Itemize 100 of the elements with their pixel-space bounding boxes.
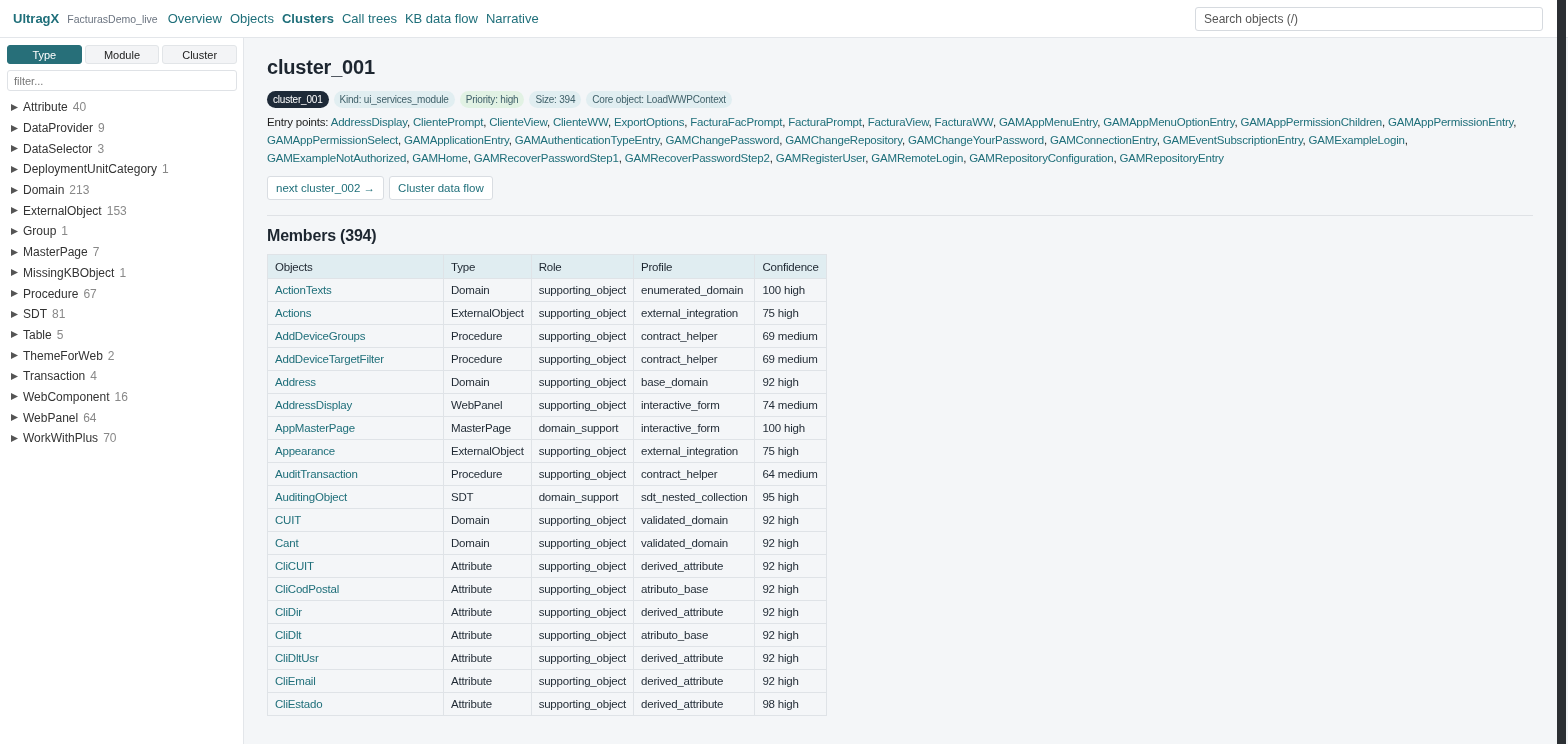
object-link[interactable]: AppMasterPage bbox=[267, 416, 444, 440]
object-link[interactable]: CUIT bbox=[267, 508, 444, 532]
entry-point-link[interactable]: GAMChangeYourPassword bbox=[907, 134, 1044, 146]
type-label[interactable]: MissingKBObject bbox=[23, 265, 115, 280]
type-label[interactable]: Group bbox=[23, 224, 57, 239]
scrollbar-thumb[interactable] bbox=[1557, 0, 1566, 744]
entry-point-link[interactable]: GAMChangeRepository bbox=[785, 134, 902, 146]
entry-point-link[interactable]: GAMConnectionEntry bbox=[1049, 134, 1157, 146]
expand-icon[interactable] bbox=[11, 269, 18, 277]
object-link[interactable]: CliEstado bbox=[267, 692, 444, 716]
nav-link[interactable]: Objects bbox=[229, 11, 274, 26]
object-link[interactable]: Appearance bbox=[267, 439, 444, 463]
expand-icon[interactable] bbox=[11, 207, 18, 215]
object-link[interactable]: CliCodPostal bbox=[267, 577, 444, 601]
type-label[interactable]: DeploymentUnitCategory bbox=[23, 162, 158, 177]
object-link[interactable]: CliDlt bbox=[267, 623, 444, 647]
nav-link[interactable]: Call trees bbox=[342, 11, 397, 26]
table-cell: Procedure bbox=[443, 462, 532, 486]
object-link[interactable]: AuditTransaction bbox=[267, 462, 444, 486]
object-link[interactable]: AuditingObject bbox=[267, 485, 444, 509]
entry-point-link[interactable]: GAMHome bbox=[412, 152, 468, 164]
entry-point-link[interactable]: FacturaWW bbox=[934, 116, 993, 128]
entry-point-link[interactable]: GAMAuthenticationTypeEntry bbox=[514, 134, 660, 146]
entry-point-link[interactable]: GAMAppPermissionChildren bbox=[1240, 116, 1382, 128]
type-label[interactable]: Table bbox=[23, 327, 52, 342]
entry-point-link[interactable]: ClienteWW bbox=[552, 116, 608, 128]
type-label[interactable]: Domain bbox=[23, 183, 65, 198]
object-link[interactable]: AddDeviceGroups bbox=[267, 324, 444, 348]
type-label[interactable]: MasterPage bbox=[23, 245, 88, 260]
entry-point-link[interactable]: GAMExampleLogin bbox=[1308, 134, 1405, 146]
object-link[interactable]: CliEmail bbox=[267, 669, 444, 693]
expand-icon[interactable] bbox=[11, 372, 18, 380]
table-cell: atributo_base bbox=[633, 577, 755, 601]
table-cell: Attribute bbox=[443, 577, 532, 601]
nav-link[interactable]: Overview bbox=[167, 11, 222, 26]
object-link[interactable]: AddDeviceTargetFilter bbox=[267, 347, 444, 371]
type-label[interactable]: WebPanel bbox=[23, 410, 79, 425]
filter-field[interactable]: filter... bbox=[7, 70, 237, 91]
object-link[interactable]: Cant bbox=[267, 531, 444, 555]
type-count: 3 bbox=[97, 141, 105, 156]
entry-point-link[interactable]: GAMRepositoryEntry bbox=[1119, 152, 1224, 164]
table-cell: supporting_object bbox=[531, 669, 634, 693]
expand-icon[interactable] bbox=[11, 248, 18, 256]
table-cell: 75 high bbox=[754, 439, 827, 463]
expand-icon[interactable] bbox=[11, 227, 18, 235]
entry-point-link[interactable]: ClienteView bbox=[489, 116, 547, 128]
action-button[interactable]: next cluster_002 → bbox=[267, 176, 385, 200]
object-link[interactable]: AddressDisplay bbox=[267, 393, 444, 417]
table-cell: supporting_object bbox=[531, 692, 634, 716]
entry-point-link[interactable]: GAMRecoverPasswordStep1 bbox=[473, 152, 619, 164]
expand-icon[interactable] bbox=[11, 331, 18, 339]
entry-point-link[interactable]: FacturaPrompt bbox=[788, 116, 862, 128]
expand-icon[interactable] bbox=[11, 393, 18, 401]
object-link[interactable]: Actions bbox=[267, 301, 444, 325]
table-cell: MasterPage bbox=[443, 416, 532, 440]
table-cell: ExternalObject bbox=[443, 301, 532, 325]
type-label[interactable]: Transaction bbox=[23, 369, 86, 384]
type-label[interactable]: WorkWithPlus bbox=[23, 431, 99, 446]
object-link[interactable]: CliCUIT bbox=[267, 554, 444, 578]
object-link[interactable]: ActionTexts bbox=[267, 278, 444, 302]
sidebar-tab[interactable]: Type bbox=[7, 45, 82, 64]
object-link[interactable]: CliDltUsr bbox=[267, 646, 444, 670]
table-cell: validated_domain bbox=[633, 508, 755, 532]
entry-point-link[interactable]: GAMEventSubscriptionEntry bbox=[1162, 134, 1303, 146]
table-cell: 92 high bbox=[754, 623, 827, 647]
expand-icon[interactable] bbox=[11, 290, 18, 298]
table-cell: supporting_object bbox=[531, 370, 634, 394]
entry-point-link[interactable]: GAMApplicationEntry bbox=[404, 134, 509, 146]
expand-icon[interactable] bbox=[11, 103, 18, 111]
sidebar-tab[interactable]: Module bbox=[84, 45, 160, 64]
entry-point-link[interactable]: GAMRecoverPasswordStep2 bbox=[624, 152, 770, 164]
search-field[interactable]: Search objects (/) bbox=[1195, 6, 1543, 31]
sidebar-tab[interactable]: Cluster bbox=[162, 45, 237, 64]
expand-icon[interactable] bbox=[11, 352, 18, 360]
expand-icon[interactable] bbox=[11, 145, 18, 153]
type-label[interactable]: ThemeForWeb bbox=[23, 348, 103, 363]
type-label[interactable]: Attribute bbox=[23, 100, 68, 115]
expand-icon[interactable] bbox=[11, 124, 18, 132]
app-logo-text[interactable]: UltragX bbox=[13, 11, 60, 26]
type-label[interactable]: SDT bbox=[23, 307, 47, 322]
entry-point-link[interactable]: FacturaView bbox=[867, 116, 929, 128]
expand-icon[interactable] bbox=[11, 165, 18, 173]
expand-icon[interactable] bbox=[11, 310, 18, 318]
nav-link[interactable]: Narrative bbox=[485, 11, 539, 26]
nav-link[interactable]: KB data flow bbox=[404, 11, 478, 26]
type-label[interactable]: Procedure bbox=[23, 286, 79, 301]
action-button[interactable]: Cluster data flow bbox=[389, 176, 493, 200]
entry-point-link[interactable]: GAMRepositoryConfiguration bbox=[969, 152, 1114, 164]
nav-link[interactable]: Clusters bbox=[281, 11, 334, 26]
object-link[interactable]: Address bbox=[267, 370, 444, 394]
entry-point-link[interactable]: GAMRegisterUser bbox=[775, 152, 866, 164]
type-label[interactable]: WebComponent bbox=[23, 389, 110, 404]
type-label[interactable]: DataProvider bbox=[23, 121, 94, 136]
expand-icon[interactable] bbox=[11, 434, 18, 442]
expand-icon[interactable] bbox=[11, 414, 18, 422]
type-label[interactable]: ExternalObject bbox=[23, 203, 102, 218]
type-label[interactable]: DataSelector bbox=[23, 141, 93, 156]
entry-point-link[interactable]: AddressDisplay bbox=[330, 116, 407, 128]
object-link[interactable]: CliDir bbox=[267, 600, 444, 624]
expand-icon[interactable] bbox=[11, 186, 18, 194]
